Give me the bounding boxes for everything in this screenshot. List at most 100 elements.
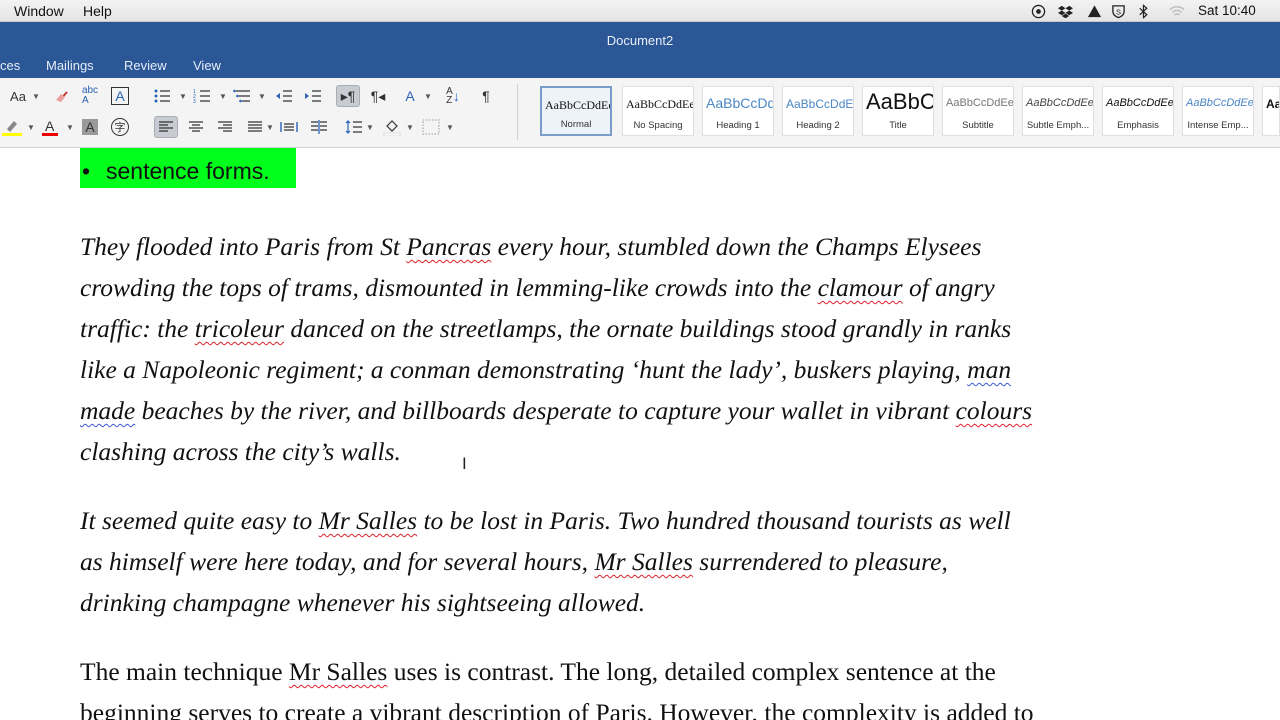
menu-bar: Window Help S Sat 10:40 xyxy=(0,0,1280,22)
dropbox-icon[interactable] xyxy=(1058,4,1073,19)
chevron-down-icon[interactable]: ▼ xyxy=(406,123,414,132)
bullet-text: sentence forms. xyxy=(106,158,270,184)
justify-icon[interactable] xyxy=(243,116,267,138)
clear-formatting-icon[interactable] xyxy=(50,85,74,107)
rtl-paragraph-icon[interactable]: ¶◂ xyxy=(366,85,390,107)
style-preview: AaBbCcDdEe xyxy=(626,97,694,111)
text-line: clashing across the city’s walls. xyxy=(80,437,401,467)
svg-text:A: A xyxy=(45,118,55,134)
sort-icon[interactable]: A Z ↓ xyxy=(441,85,465,107)
chevron-down-icon[interactable]: ▼ xyxy=(446,123,454,132)
style-subtle-emphasis[interactable]: AaBbCcDdEe Subtle Emph... xyxy=(1022,86,1094,136)
document-title: Document2 xyxy=(606,33,674,48)
bullet-point-icon: • xyxy=(82,158,91,184)
chevron-down-icon[interactable]: ▼ xyxy=(179,92,187,101)
wifi-icon[interactable] xyxy=(1168,4,1186,19)
ribbon-tabs: ces Mailings Review View xyxy=(0,54,1280,78)
character-shading-icon[interactable]: A xyxy=(78,116,102,138)
document-page[interactable]: • sentence forms. They flooded into Pari… xyxy=(0,148,1280,720)
text-line: They flooded into Paris from St Pancras … xyxy=(80,232,981,262)
tab-review[interactable]: Review xyxy=(124,58,167,73)
menu-help[interactable]: Help xyxy=(83,3,112,19)
phonetic-guide-icon[interactable]: abc A xyxy=(78,85,102,107)
enclose-characters-icon[interactable]: 字 xyxy=(108,116,132,138)
style-label: Heading 2 xyxy=(796,120,840,131)
show-formatting-icon[interactable]: ¶ xyxy=(474,85,498,107)
text-line: crowding the tops of trams, dismounted i… xyxy=(80,273,995,303)
style-intense-emphasis[interactable]: AaBbCcDdEe Intense Emp... xyxy=(1182,86,1254,136)
chevron-down-icon[interactable]: ▼ xyxy=(266,123,274,132)
style-emphasis[interactable]: AaBbCcDdEe Emphasis xyxy=(1102,86,1174,136)
tab-mailings[interactable]: Mailings xyxy=(46,58,94,73)
font-color-icon[interactable]: A xyxy=(38,116,62,138)
line-spacing-icon[interactable] xyxy=(342,116,366,138)
tab-references[interactable]: ces xyxy=(0,58,20,73)
menubar-clock[interactable]: Sat 10:40 xyxy=(1198,3,1256,18)
style-title[interactable]: AaBbC Title xyxy=(862,86,934,136)
text-cursor-ibeam-icon: Ⅰ xyxy=(462,454,467,473)
vpn-shield-icon[interactable]: S xyxy=(1111,4,1126,19)
column-spacing-icon[interactable] xyxy=(307,116,331,138)
style-heading-2[interactable]: AaBbCcDdEe Heading 2 xyxy=(782,86,854,136)
text-run: clashing across the city’s walls. xyxy=(80,437,401,466)
change-case-icon[interactable]: Aa xyxy=(8,85,28,107)
ribbon-separator xyxy=(517,84,518,140)
ltr-paragraph-icon[interactable]: ▸¶ xyxy=(336,85,360,107)
text-run: It seemed quite easy to xyxy=(80,506,319,535)
text-line: The main technique Mr Salles uses is con… xyxy=(80,657,996,687)
chevron-down-icon[interactable]: ▼ xyxy=(219,92,227,101)
align-center-icon[interactable] xyxy=(184,116,208,138)
style-strong[interactable]: Aa xyxy=(1262,86,1280,136)
window-title-bar: Document2 xyxy=(0,22,1280,54)
style-no-spacing[interactable]: AaBbCcDdEe No Spacing xyxy=(622,86,694,136)
style-label: Subtitle xyxy=(962,120,994,131)
highlighted-bullet: • sentence forms. xyxy=(80,148,296,188)
style-preview: Aa xyxy=(1266,97,1280,111)
spelling-flag-word: colours xyxy=(955,396,1033,425)
text-run: to be lost in Paris. Two hundred thousan… xyxy=(417,506,1011,535)
style-label: Emphasis xyxy=(1117,120,1159,131)
style-heading-1[interactable]: AaBbCcDd Heading 1 xyxy=(702,86,774,136)
text-direction-icon[interactable]: A xyxy=(398,85,422,107)
tab-view[interactable]: View xyxy=(193,58,221,73)
highlight-icon[interactable] xyxy=(0,116,24,138)
chevron-down-icon[interactable]: ▼ xyxy=(32,92,40,101)
chevron-down-icon[interactable]: ▼ xyxy=(258,92,266,101)
record-icon[interactable] xyxy=(1031,4,1046,19)
chevron-down-icon[interactable]: ▼ xyxy=(424,92,432,101)
text-run: beginning serves to create a vibrant des… xyxy=(80,698,1034,720)
chevron-down-icon[interactable]: ▼ xyxy=(27,123,35,132)
text-run: like a Napoleonic regiment; a conman dem… xyxy=(80,355,968,384)
text-run: danced on the streetlamps, the ornate bu… xyxy=(283,314,1012,343)
text-line: made beaches by the river, and billboard… xyxy=(80,396,1032,426)
text-run: The main technique xyxy=(80,657,289,686)
numbering-icon[interactable]: 123 xyxy=(190,85,214,107)
style-preview: AaBbCcDdEe xyxy=(1106,97,1174,109)
chevron-down-icon[interactable]: ▼ xyxy=(366,123,374,132)
bullets-icon[interactable] xyxy=(150,85,174,107)
borders-icon[interactable] xyxy=(419,116,443,138)
menu-window[interactable]: Window xyxy=(14,3,64,19)
bluetooth-icon[interactable] xyxy=(1136,4,1151,19)
spelling-flag-word: clamour xyxy=(817,273,903,302)
drive-icon[interactable] xyxy=(1087,4,1102,19)
style-label: Normal xyxy=(560,119,592,130)
text-line: drinking champagne whenever his sightsee… xyxy=(80,588,645,618)
style-subtitle[interactable]: AaBbCcDdEe Subtitle xyxy=(942,86,1014,136)
distributed-icon[interactable] xyxy=(277,116,301,138)
chevron-down-icon[interactable]: ▼ xyxy=(66,123,74,132)
paint-bucket-icon[interactable] xyxy=(380,116,404,138)
text-line: traffic: the tricoleur danced on the str… xyxy=(80,314,1011,344)
align-left-icon[interactable] xyxy=(154,116,178,138)
spelling-flag-word: tricoleur xyxy=(194,314,284,343)
multilevel-list-icon[interactable] xyxy=(230,85,254,107)
grammar-flag-word: man xyxy=(967,355,1012,384)
character-border-icon[interactable]: A xyxy=(108,85,132,107)
increase-indent-icon[interactable] xyxy=(301,85,325,107)
svg-text:3: 3 xyxy=(193,99,196,104)
align-right-icon[interactable] xyxy=(213,116,237,138)
style-normal[interactable]: AaBbCcDdEe Normal xyxy=(540,86,612,136)
style-preview: AaBbCcDdEe xyxy=(1026,97,1094,109)
text-line: It seemed quite easy to Mr Salles to be … xyxy=(80,506,1011,536)
decrease-indent-icon[interactable] xyxy=(272,85,296,107)
